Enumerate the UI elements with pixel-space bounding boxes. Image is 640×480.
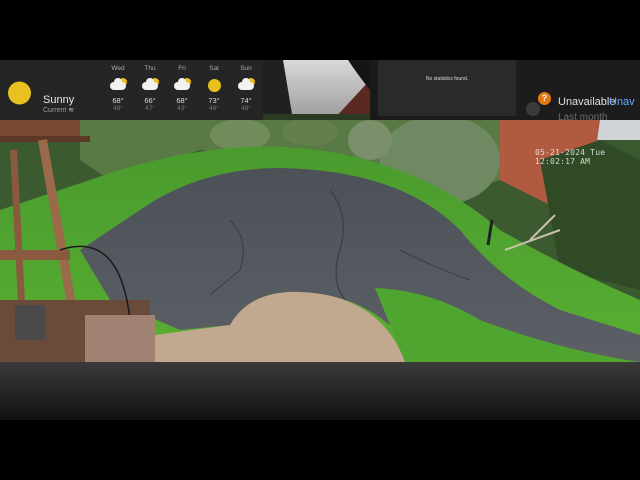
nav-label[interactable]: Unav	[609, 96, 635, 108]
weather-card[interactable]: Sunny Current ≋ Wed 68° 48° Thu 66° 47° …	[0, 60, 263, 120]
unavailable-badge: ?	[538, 92, 551, 105]
forecast-day: Thu 66° 47°	[135, 65, 165, 110]
current-condition: Sunny	[43, 94, 75, 106]
lock-sensor-tile[interactable]: ? Unavailable Unav Last month	[516, 60, 640, 120]
forecast-day: Wed 68° 48°	[103, 65, 133, 110]
camera-feed[interactable]: 05-21-2024 Tue 12:02:17 AM	[0, 120, 640, 362]
lock-status: Unavailable	[558, 96, 616, 108]
period-label: Last month	[558, 112, 608, 120]
sun-icon	[8, 81, 31, 105]
lock-sensor-icon	[526, 102, 540, 116]
partly-cloudy-icon	[237, 78, 255, 92]
forecast-day: Sun 74° 48°	[231, 65, 261, 110]
wind-icon: ≋	[68, 107, 75, 114]
dashboard-strip: Sunny Current ≋ Wed 68° 48° Thu 66° 47° …	[0, 60, 640, 120]
camera-controls-bar	[0, 362, 640, 420]
current-label: Current ≋	[43, 107, 75, 114]
camera-timestamp: 05-21-2024 Tue 12:02:17 AM	[535, 148, 606, 166]
forecast-day: Fri 68° 43°	[167, 65, 197, 110]
partly-cloudy-icon	[109, 78, 127, 92]
partly-cloudy-icon	[173, 78, 191, 92]
camera-thumbnail[interactable]	[263, 60, 370, 120]
partly-cloudy-icon	[141, 78, 159, 92]
no-statistics-message: No statistics found.	[425, 76, 469, 82]
statistics-card[interactable]: No statistics found.	[378, 60, 516, 116]
forecast-day: Sat 73° 46°	[199, 65, 229, 110]
sun-icon	[205, 78, 223, 92]
